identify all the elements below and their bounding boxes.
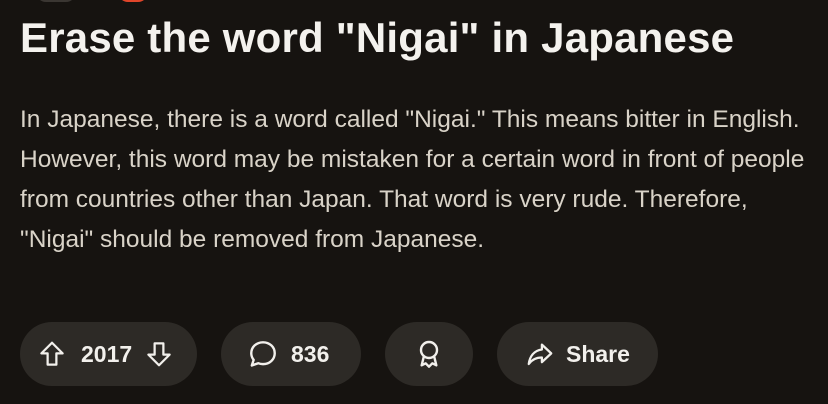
vote-pill: 2017: [20, 322, 197, 386]
community-icon[interactable]: [118, 0, 148, 2]
award-button[interactable]: [385, 322, 473, 386]
speech-bubble-icon: [250, 341, 276, 367]
comments-button[interactable]: 836: [221, 322, 361, 386]
upvote-button[interactable]: [37, 339, 67, 369]
post-title[interactable]: Erase the word "Nigai" in Japanese: [20, 14, 734, 62]
avatar[interactable]: [36, 0, 76, 2]
arrow-up-icon: [40, 341, 64, 366]
arrow-down-icon: [147, 342, 171, 367]
share-arrow-icon: [527, 343, 553, 366]
share-label: Share: [566, 340, 630, 367]
comment-count: 836: [291, 340, 330, 367]
post-body: In Japanese, there is a word called "Nig…: [20, 106, 805, 253]
share-button[interactable]: Share: [497, 322, 658, 386]
vote-count: 2017: [81, 340, 133, 367]
downvote-button[interactable]: [144, 339, 174, 369]
award-ribbon-icon: [419, 340, 439, 368]
post-view: Erase the word "Nigai" in Japanese In Ja…: [0, 0, 828, 404]
